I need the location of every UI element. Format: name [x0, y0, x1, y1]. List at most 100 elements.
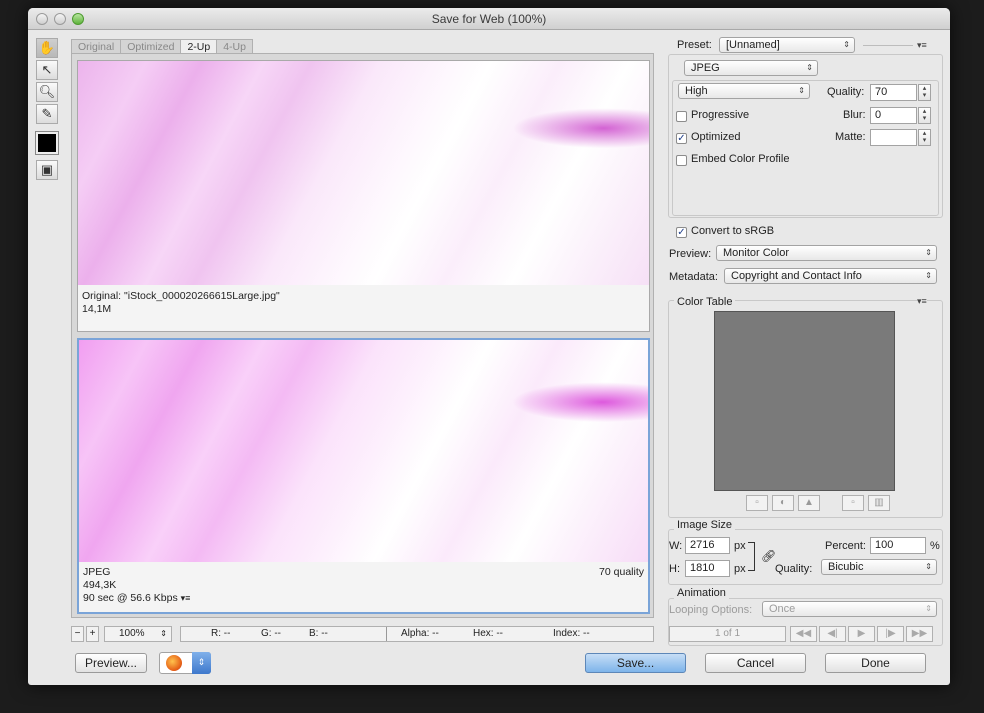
green-readout: G: -- — [261, 628, 281, 639]
looping-options-select[interactable]: Once ⇕ — [762, 601, 937, 617]
chevron-updown-icon: ⇕ — [160, 629, 167, 638]
last-frame-icon[interactable]: ▶▶ — [906, 626, 933, 642]
convert-srgb-checkbox[interactable]: ✓ — [676, 227, 687, 238]
lock-icon[interactable]: ▲ — [798, 495, 820, 511]
format-select[interactable]: JPEG ⇕ — [684, 60, 818, 76]
zoom-level-select[interactable]: 100% ⇕ — [104, 626, 172, 642]
chevron-updown-icon: ▴ ▾ — [922, 85, 927, 99]
quality-stepper[interactable]: ▴ ▾ — [918, 84, 931, 101]
zoom-out-button[interactable]: − — [71, 626, 84, 642]
toolbox: ✋ ↖ 🔍︎ ✎ ▣ — [35, 38, 62, 182]
preview-label: Preview: — [669, 248, 712, 260]
eyedropper-icon: ✎ — [41, 106, 53, 121]
chevron-updown-icon: ⇕ — [843, 40, 850, 49]
tab-optimized[interactable]: Optimized — [120, 39, 182, 53]
image-size-title: Image Size — [674, 519, 736, 531]
original-pane[interactable]: Original: "iStock_000020266615Large.jpg"… — [77, 60, 650, 332]
hand-tool[interactable]: ✋ — [36, 38, 58, 58]
tab-4-up[interactable]: 4-Up — [216, 39, 253, 53]
compression-select[interactable]: High ⇕ — [678, 83, 810, 99]
optimized-pane[interactable]: JPEG 494,3K 90 sec @ 56.6 Kbps ▾≡ 70 qua… — [77, 338, 650, 614]
width-unit: px — [734, 540, 746, 552]
previous-frame-icon[interactable]: ◀| — [819, 626, 846, 642]
minus-icon: − — [74, 628, 81, 639]
percent-input[interactable]: 100 — [870, 537, 926, 554]
toggle-slices-tool[interactable]: ▣ — [36, 160, 58, 180]
metadata-value: Copyright and Contact Info — [731, 270, 862, 282]
preset-label: Preset: — [677, 39, 712, 51]
percent-label: Percent: — [825, 540, 866, 552]
browser-preview-select[interactable]: ⇕ — [159, 652, 211, 674]
original-file-size: 14,1M — [82, 303, 112, 315]
compression-value: High — [685, 85, 708, 97]
blur-stepper[interactable]: ▴ ▾ — [918, 107, 931, 124]
pixel-info-bar: R: -- G: -- B: -- Alpha: -- Hex: -- Inde… — [180, 626, 654, 642]
eyedropper-color-swatch[interactable] — [35, 131, 59, 155]
color-table-menu-icon[interactable]: ▾≡ — [917, 296, 927, 307]
divider — [386, 627, 387, 641]
minimize-window-button[interactable] — [54, 13, 66, 25]
optimized-caption: JPEG 494,3K 90 sec @ 56.6 Kbps ▾≡ — [83, 566, 190, 605]
resample-quality-value: Bicubic — [828, 561, 864, 573]
alpha-readout: Alpha: -- — [401, 628, 439, 639]
eyedropper-tool[interactable]: ✎ — [36, 104, 58, 124]
metadata-label: Metadata: — [669, 271, 718, 283]
matte-select[interactable] — [870, 129, 917, 146]
preview-color-value: Monitor Color — [723, 247, 790, 259]
metadata-select[interactable]: Copyright and Contact Info ⇕ — [724, 268, 937, 284]
optimized-label: Optimized — [691, 131, 741, 143]
index-readout: Index: -- — [553, 628, 590, 639]
chevron-updown-icon: ⇕ — [798, 86, 805, 95]
zoom-in-button[interactable]: + — [86, 626, 99, 642]
done-button[interactable]: Done — [825, 653, 926, 673]
blur-input[interactable]: 0 — [870, 107, 917, 124]
optimize-menu-icon[interactable]: ▾≡ — [917, 40, 927, 51]
save-button[interactable]: Save... — [585, 653, 686, 673]
zoom-level-value: 100% — [119, 628, 145, 639]
zoom-tool[interactable]: 🔍︎ — [36, 82, 58, 102]
plus-icon: + — [89, 628, 96, 639]
height-unit: px — [734, 563, 746, 575]
blue-readout: B: -- — [309, 628, 328, 639]
preview-color-select[interactable]: Monitor Color ⇕ — [716, 245, 937, 261]
height-input[interactable]: 1810 — [685, 560, 730, 577]
view-tabs: Original Optimized 2-Up 4-Up — [71, 39, 253, 53]
resample-quality-select[interactable]: Bicubic ⇕ — [821, 559, 937, 575]
map-color-icon[interactable]: ▫ — [746, 495, 768, 511]
red-readout: R: -- — [211, 628, 231, 639]
link-icon[interactable]: 🔗︎ — [761, 549, 776, 563]
chevron-updown-icon: ⇕ — [806, 63, 813, 72]
play-icon[interactable]: ▶ — [848, 626, 875, 642]
new-color-icon[interactable]: ▫ — [842, 495, 864, 511]
checkmark-icon: ✓ — [677, 227, 686, 238]
frame-counter: 1 of 1 — [669, 626, 786, 642]
close-window-button[interactable] — [36, 13, 48, 25]
optimized-checkbox[interactable]: ✓ — [676, 133, 687, 144]
trash-icon[interactable]: ▥ — [868, 495, 890, 511]
slice-select-tool[interactable]: ↖ — [36, 60, 58, 80]
matte-stepper[interactable]: ▴ ▾ — [918, 129, 931, 146]
chevron-updown-icon: ⇕ — [925, 271, 932, 280]
tab-original[interactable]: Original — [71, 39, 122, 53]
embed-color-profile-checkbox[interactable] — [676, 155, 687, 166]
preview-area: Original: "iStock_000020266615Large.jpg"… — [71, 53, 654, 618]
title-bar: Save for Web (100%) — [28, 8, 950, 30]
web-shift-icon[interactable]: ◐ — [772, 495, 794, 511]
preset-value: [Unnamed] — [726, 39, 780, 51]
cancel-button[interactable]: Cancel — [705, 653, 806, 673]
tab-2-up[interactable]: 2-Up — [180, 39, 218, 53]
save-for-web-window: Save for Web (100%) ✋ ↖ 🔍︎ ✎ ▣ Original … — [28, 8, 950, 685]
download-speed-menu-icon[interactable]: ▾≡ — [181, 593, 191, 603]
zoom-window-button[interactable] — [72, 13, 84, 25]
first-frame-icon[interactable]: ◀◀ — [790, 626, 817, 642]
progressive-checkbox[interactable] — [676, 111, 687, 122]
quality-input[interactable]: 70 — [870, 84, 917, 101]
width-input[interactable]: 2716 — [685, 537, 730, 554]
percent-unit: % — [930, 540, 940, 552]
next-frame-icon[interactable]: |▶ — [877, 626, 904, 642]
resample-quality-label: Quality: — [775, 563, 813, 575]
color-table-swatch-area[interactable] — [714, 311, 895, 491]
preview-button[interactable]: Preview... — [75, 653, 147, 673]
original-image — [78, 61, 649, 285]
preset-select[interactable]: [Unnamed] ⇕ — [719, 37, 855, 53]
